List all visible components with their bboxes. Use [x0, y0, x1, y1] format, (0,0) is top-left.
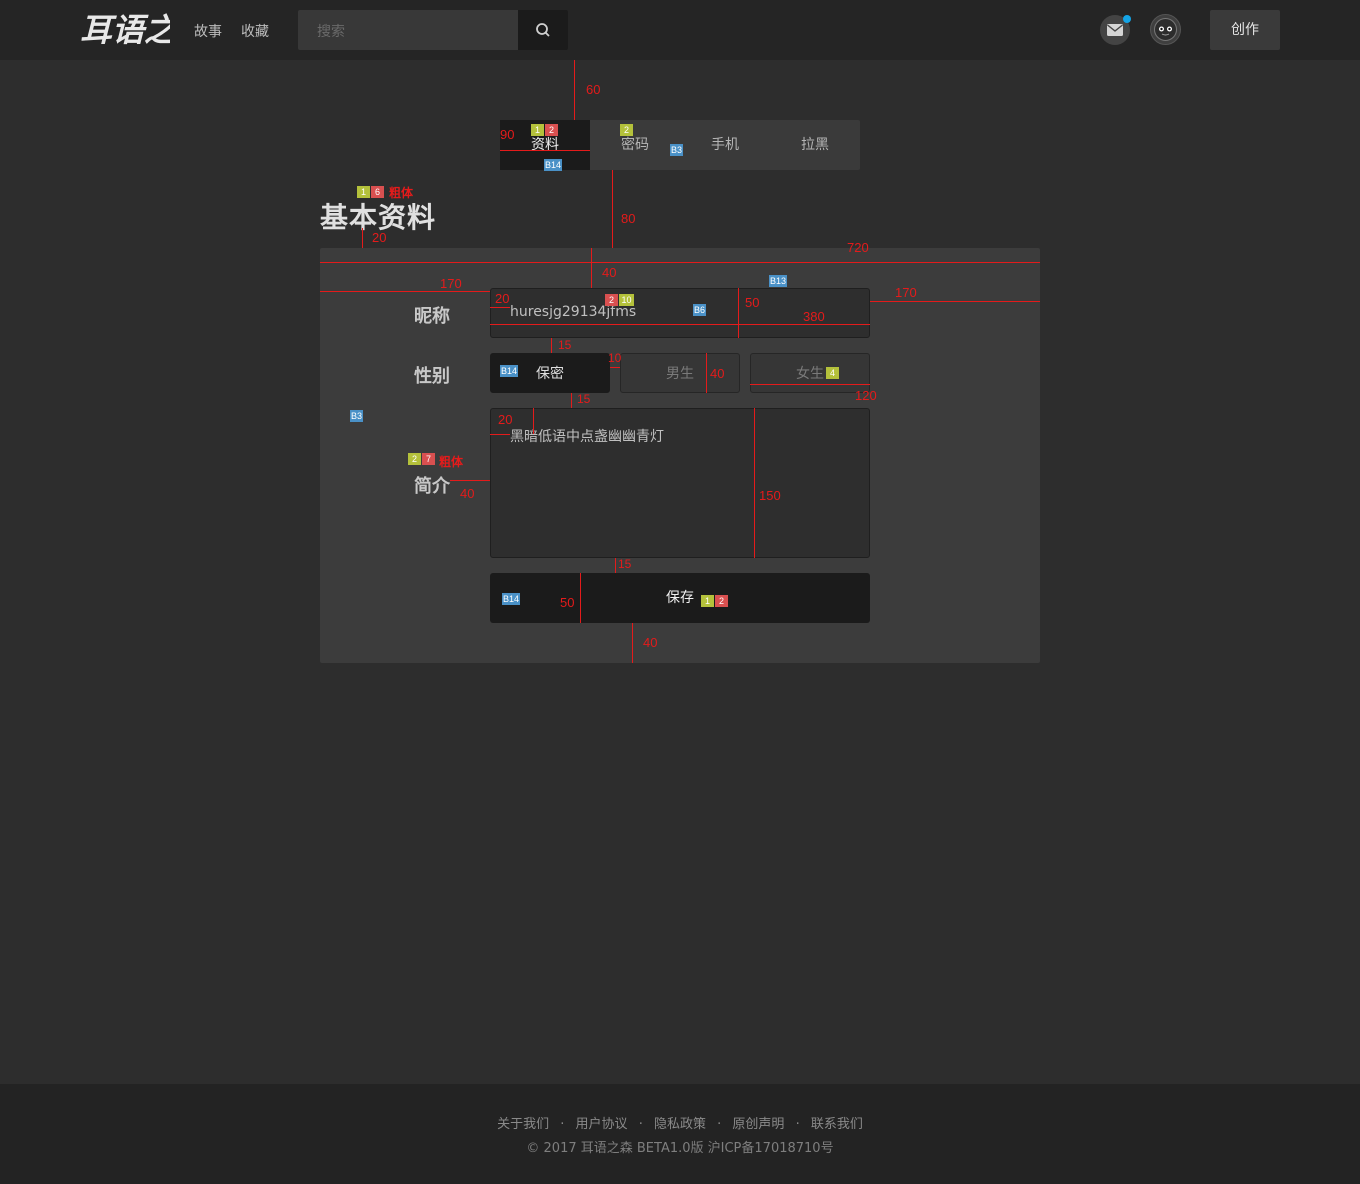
nav-favorites[interactable]: 收藏: [241, 21, 269, 41]
spec-tag: 1: [701, 595, 714, 607]
spacing-annotation: 60: [586, 82, 601, 97]
footer-link-contact[interactable]: 联系我们: [811, 1113, 863, 1132]
spec-tag: 2: [605, 294, 618, 306]
guide-line: [612, 170, 613, 248]
guide-line: [320, 291, 490, 292]
intro-textarea[interactable]: 黑暗低语中点盏幽幽青灯: [490, 408, 870, 558]
spacing-annotation: 170: [895, 285, 917, 300]
nav-stories[interactable]: 故事: [194, 21, 222, 41]
footer-separator: ·: [795, 1117, 800, 1132]
notification-dot: [1123, 15, 1131, 23]
spacing-annotation: 90: [500, 127, 515, 142]
search-input[interactable]: 搜索: [298, 10, 518, 50]
guide-line: [320, 262, 1040, 263]
guide-line: [571, 393, 572, 408]
guide-line: [632, 623, 633, 663]
guide-line: [580, 573, 581, 623]
spacing-annotation: 15: [558, 338, 572, 352]
spec-tag: B3: [350, 410, 364, 422]
footer-separator: ·: [560, 1117, 565, 1132]
spec-tag: 6: [371, 186, 384, 198]
spec-tag: B13: [769, 275, 788, 287]
tab-blacklist[interactable]: 拉黑: [770, 120, 860, 170]
save-button[interactable]: 保存: [490, 573, 870, 623]
spacing-annotation: 150: [759, 488, 781, 503]
spec-tag: B14: [500, 365, 519, 377]
spacing-annotation: 720: [847, 240, 869, 255]
spec-tag: B6: [693, 304, 707, 316]
spacing-annotation: 20: [495, 291, 510, 306]
guide-line: [490, 324, 870, 325]
spacing-annotation: 40: [710, 366, 725, 381]
spec-tag: 7: [422, 453, 435, 465]
spec-tag: 10: [619, 294, 634, 306]
guide-line: [754, 408, 755, 558]
spacing-annotation: 50: [560, 595, 575, 610]
spec-tag: 2: [715, 595, 728, 607]
spacing-annotation: 15: [577, 392, 591, 406]
guide-line: [706, 353, 707, 393]
spec-tag: 1: [531, 124, 544, 136]
footer-link-about[interactable]: 关于我们: [497, 1113, 549, 1132]
spec-tag: B3: [670, 144, 684, 156]
guide-line: [490, 434, 510, 435]
guide-line: [750, 384, 870, 385]
spacing-annotation: 40: [643, 635, 658, 650]
guide-line: [500, 150, 590, 151]
user-avatar[interactable]: [1150, 14, 1181, 45]
avatar-face-icon: [1154, 18, 1177, 41]
nickname-label: 昵称: [414, 306, 450, 327]
spacing-annotation: 20: [498, 412, 513, 427]
guide-line: [533, 408, 534, 434]
footer-copyright: © 2017 耳语之森 BETA1.0版 沪ICP备17018710号: [526, 1141, 834, 1156]
guide-line: [490, 307, 510, 308]
footer-separator: ·: [717, 1117, 722, 1132]
spacing-annotation: 15: [618, 557, 632, 571]
gender-label: 性别: [414, 366, 450, 387]
guide-line: [362, 228, 363, 248]
tab-phone[interactable]: 手机: [680, 120, 770, 170]
guide-line: [870, 301, 1040, 302]
spec-tag: 2: [408, 453, 421, 465]
footer-link-privacy[interactable]: 隐私政策: [654, 1113, 706, 1132]
spacing-annotation: 10: [608, 351, 622, 365]
spec-tag: B14: [544, 159, 563, 171]
spacing-annotation: 170: [440, 276, 462, 291]
guide-line: [551, 338, 552, 353]
intro-label: 简介: [414, 476, 450, 497]
guide-line: [591, 248, 592, 288]
footer-separator: ·: [638, 1117, 643, 1132]
guide-line: [450, 480, 490, 481]
spacing-annotation: 20: [372, 230, 387, 245]
spacing-annotation: 50: [745, 295, 760, 310]
spec-tag: 4: [826, 367, 839, 379]
site-logo[interactable]: 耳语之森: [80, 10, 170, 50]
footer: [0, 1084, 1360, 1184]
footer-link-originality[interactable]: 原创声明: [732, 1113, 784, 1132]
spacing-annotation: 380: [803, 309, 825, 324]
spec-tag: 2: [620, 124, 633, 136]
guide-line: [738, 288, 739, 338]
logo-text: 耳语之森: [80, 11, 170, 49]
guide-line: [615, 558, 616, 573]
guide-line: [574, 60, 575, 120]
spec-tag: 2: [545, 124, 558, 136]
footer-link-terms[interactable]: 用户协议: [576, 1113, 628, 1132]
spacing-annotation: 40: [460, 486, 475, 501]
create-button[interactable]: 创作: [1210, 10, 1280, 50]
spacing-annotation: 80: [621, 211, 636, 226]
footer-links: 关于我们 · 用户协议 · 隐私政策 · 原创声明 · 联系我们: [0, 1113, 1360, 1132]
bold-annotation: 粗体: [389, 186, 414, 200]
search-button[interactable]: [518, 10, 568, 50]
spacing-annotation: 120: [855, 388, 877, 403]
bold-annotation: 粗体: [439, 455, 464, 469]
tab-password[interactable]: 密码: [590, 120, 680, 170]
search-icon: [536, 23, 550, 37]
guide-line: [610, 367, 620, 368]
spec-tag: 1: [357, 186, 370, 198]
spacing-annotation: 40: [602, 265, 617, 280]
gender-female-button[interactable]: 女生: [750, 353, 870, 393]
spec-tag: B14: [502, 593, 521, 605]
